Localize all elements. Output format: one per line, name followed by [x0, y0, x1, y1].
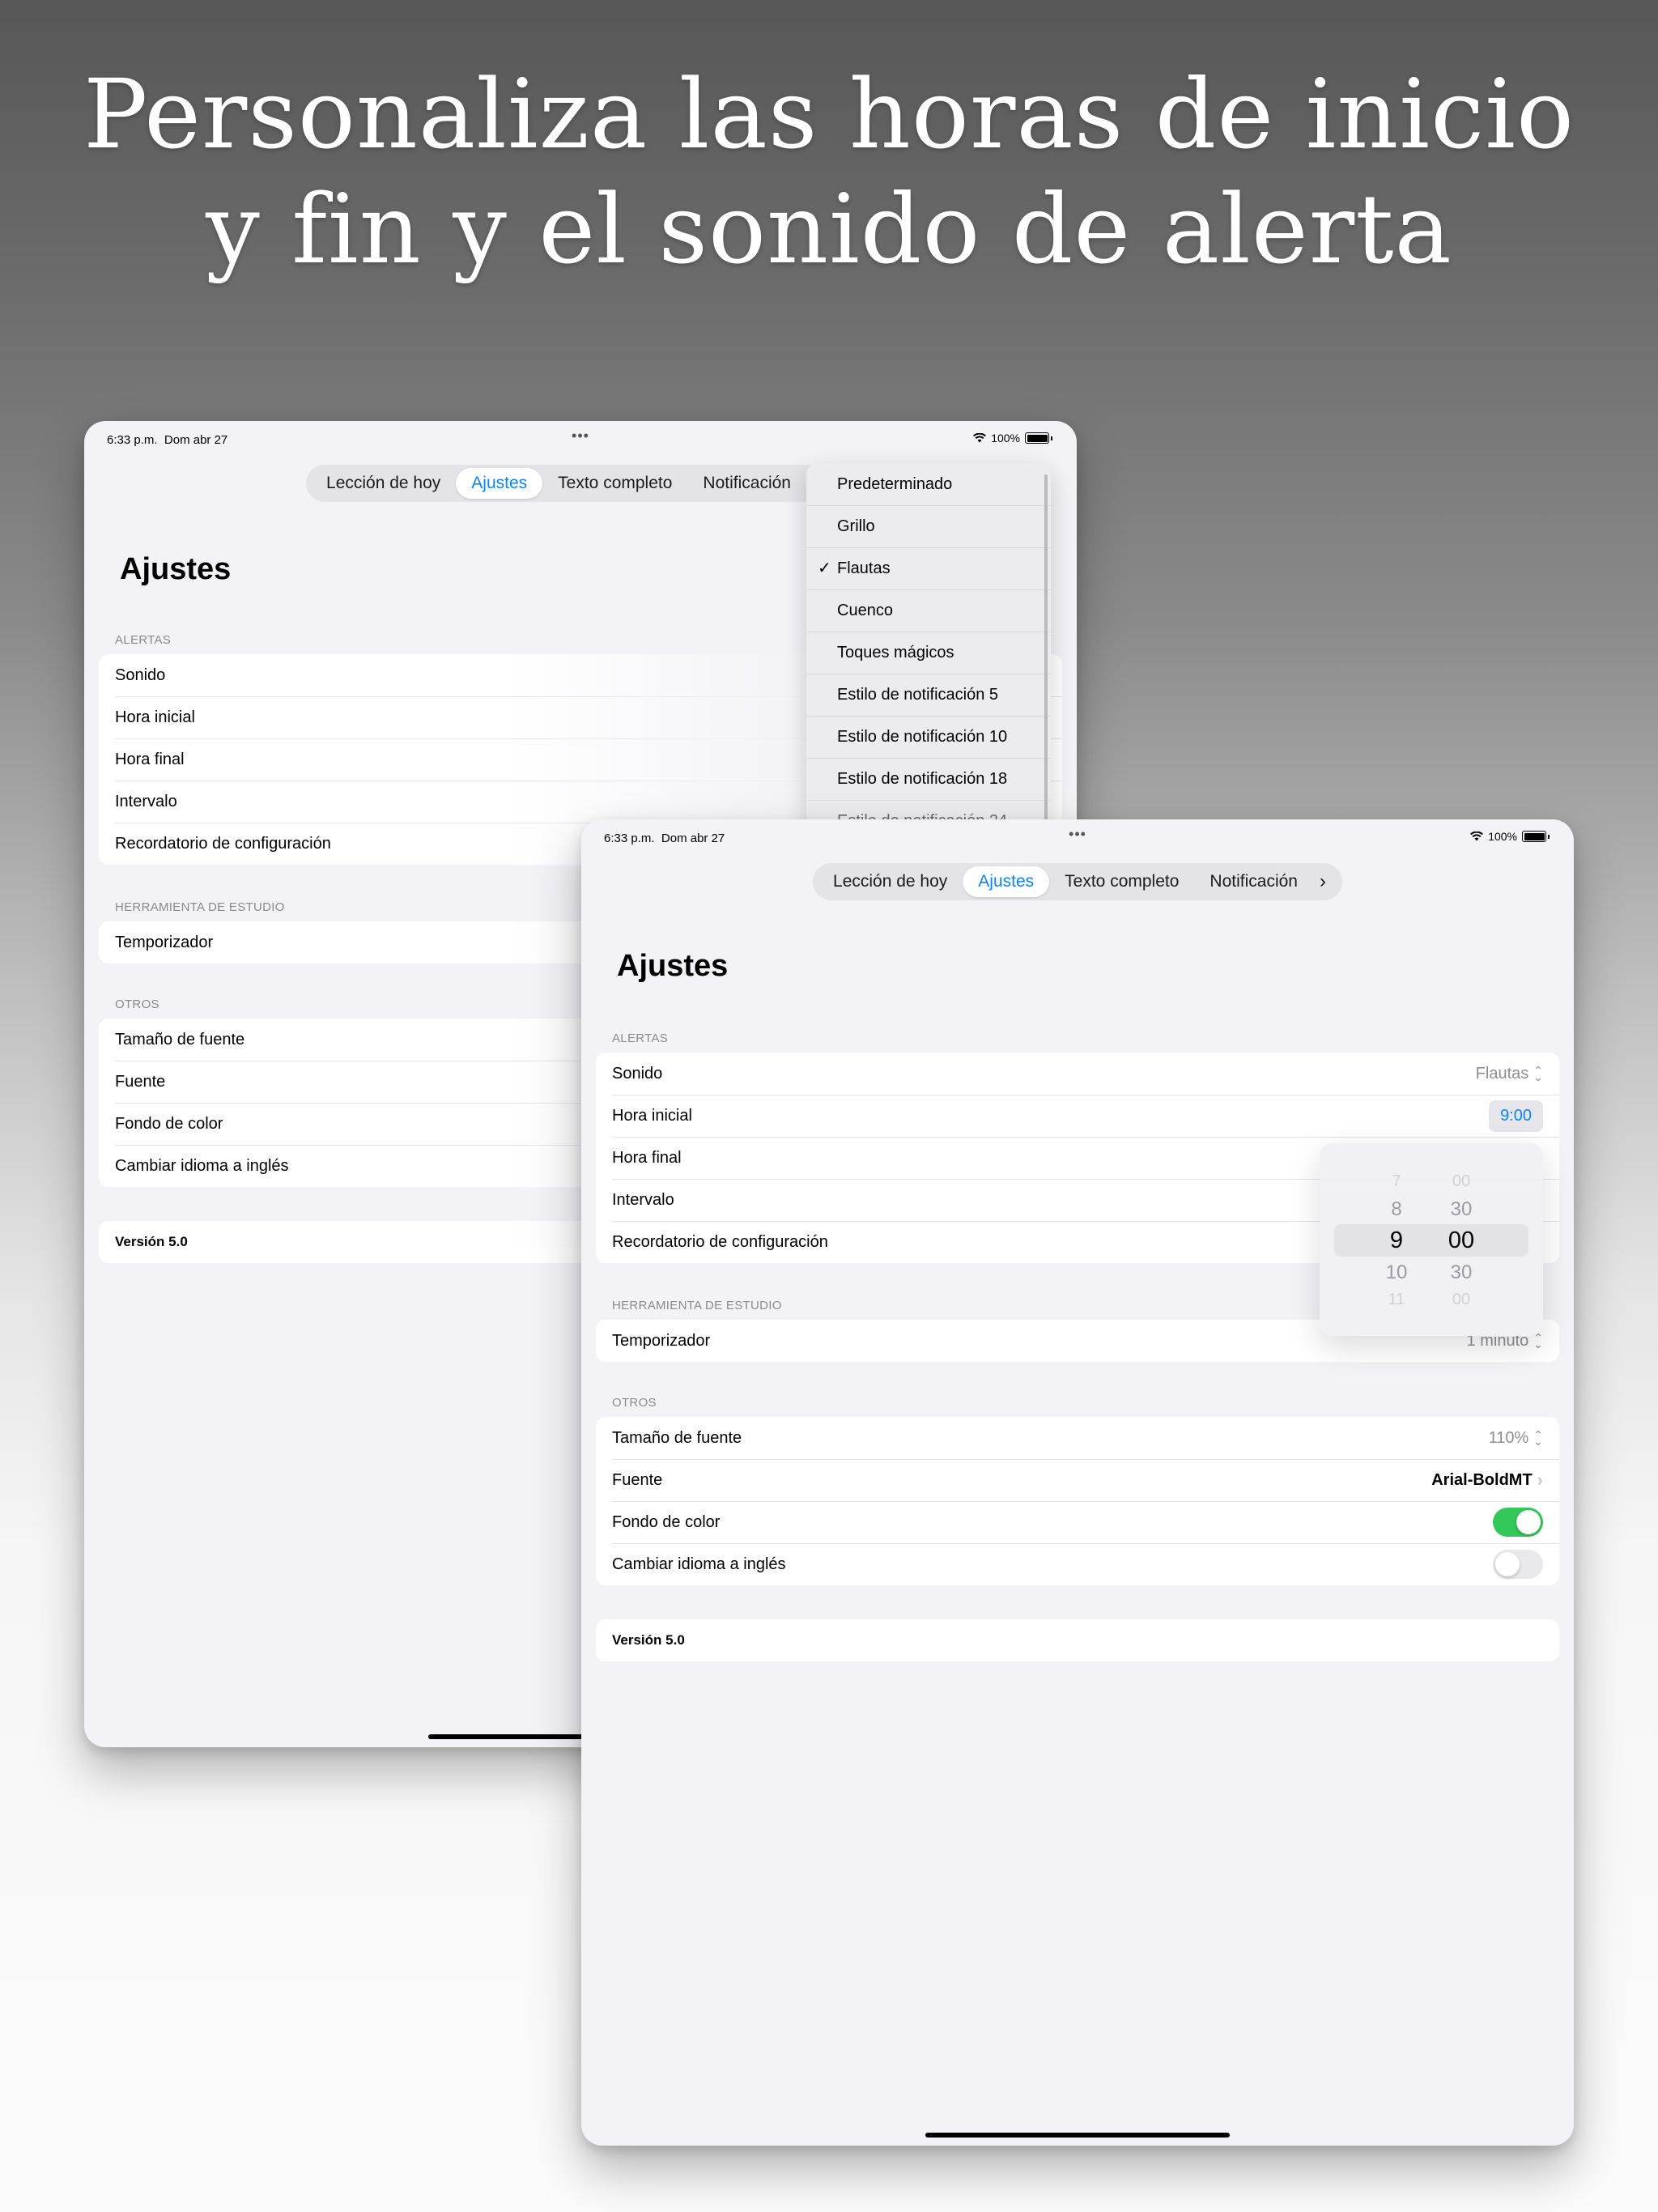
menu-item-estilo-18[interactable]: Estilo de notificación 18 — [806, 758, 1051, 800]
row-label: Cambiar idioma a inglés — [612, 1555, 786, 1573]
minute-option[interactable]: 00 — [1425, 1172, 1498, 1191]
cambiar-idioma-toggle[interactable] — [1493, 1550, 1543, 1579]
home-indicator[interactable] — [925, 2133, 1230, 2138]
minute-option[interactable]: 30 — [1425, 1198, 1498, 1221]
row-label: Temporizador — [115, 933, 214, 951]
minute-option[interactable]: 00 — [1425, 1291, 1498, 1309]
tab-ajustes[interactable]: Ajustes — [456, 468, 543, 499]
row-label: Hora inicial — [115, 708, 195, 726]
battery-icon — [1522, 831, 1546, 842]
hora-inicial-value[interactable]: 9:00 — [1489, 1100, 1543, 1132]
row-label: Sonido — [115, 666, 166, 684]
tab-notificacion[interactable]: Notificación — [1194, 866, 1313, 897]
time-picker[interactable]: 7 8 9 10 11 00 30 00 30 00 — [1320, 1143, 1543, 1336]
row-label: Tamaño de fuente — [612, 1428, 742, 1447]
chevron-right-icon[interactable]: › — [1313, 870, 1337, 893]
headline: Personaliza las horas de inicio y fin y … — [0, 57, 1658, 287]
row-label: Tamaño de fuente — [115, 1030, 245, 1049]
row-label: Fuente — [115, 1072, 166, 1091]
menu-item-cuenco[interactable]: Cuenco — [806, 589, 1051, 632]
sonido-value[interactable]: Flautas ⌃ ⌃ — [1476, 1064, 1543, 1084]
battery-icon — [1025, 432, 1049, 444]
row-label: Hora inicial — [612, 1106, 692, 1125]
tab-ajustes[interactable]: Ajustes — [963, 866, 1050, 897]
row-sonido[interactable]: Sonido Flautas ⌃ ⌃ — [596, 1053, 1559, 1095]
status-time: 6:33 p.m. — [604, 832, 655, 845]
menu-scrollbar[interactable] — [1044, 474, 1048, 823]
hour-option[interactable]: 11 — [1360, 1291, 1433, 1309]
hour-option[interactable]: 8 — [1360, 1198, 1433, 1221]
page-title: Ajustes — [120, 552, 232, 586]
multitasking-dots-icon[interactable]: ••• — [1069, 826, 1086, 843]
ipad-screen-front: 6:33 p.m. Dom abr 27 ••• 100% Lección de… — [581, 819, 1574, 2146]
row-label: Recordatorio de configuración — [115, 834, 331, 853]
battery-percent: 100% — [991, 432, 1020, 445]
status-date: Dom abr 27 — [164, 433, 228, 447]
row-label: Cambiar idioma a inglés — [115, 1156, 289, 1175]
tab-texto-completo[interactable]: Texto completo — [542, 468, 687, 499]
tab-leccion-de-hoy[interactable]: Lección de hoy — [311, 468, 456, 499]
section-header-alertas: ALERTAS — [115, 633, 172, 647]
row-label: Fuente — [612, 1470, 663, 1489]
menu-item-estilo-5[interactable]: Estilo de notificación 5 — [806, 674, 1051, 716]
row-label: Temporizador — [612, 1331, 711, 1350]
section-header-herramienta: HERRAMIENTA DE ESTUDIO — [115, 900, 285, 914]
row-label: Hora final — [612, 1148, 682, 1167]
tab-texto-completo[interactable]: Texto completo — [1049, 866, 1194, 897]
menu-item-grillo[interactable]: Grillo — [806, 505, 1051, 547]
page-title: Ajustes — [617, 949, 729, 983]
row-fuente[interactable]: Fuente Arial-BoldMT › — [596, 1459, 1559, 1501]
checkmark-icon: ✓ — [818, 559, 831, 577]
chevron-up-down-icon: ⌃ ⌃ — [1533, 1428, 1543, 1448]
battery-percent: 100% — [1488, 830, 1517, 843]
chevron-up-down-icon: ⌃ ⌃ — [1533, 1331, 1543, 1351]
row-fondo-color[interactable]: Fondo de color — [596, 1501, 1559, 1543]
section-header-alertas: ALERTAS — [612, 1032, 669, 1045]
tamano-fuente-value[interactable]: 110% ⌃ ⌃ — [1489, 1429, 1543, 1448]
row-label: Fondo de color — [115, 1114, 223, 1133]
tab-leccion-de-hoy[interactable]: Lección de hoy — [818, 866, 963, 897]
menu-item-toques-magicos[interactable]: Toques mágicos — [806, 632, 1051, 674]
row-label: Intervalo — [612, 1190, 674, 1209]
row-label: Intervalo — [115, 792, 177, 810]
tab-bar: Lección de hoy Ajustes Texto completo No… — [813, 863, 1342, 900]
hour-selected[interactable]: 9 — [1360, 1227, 1433, 1254]
status-time: 6:33 p.m. — [107, 433, 158, 447]
hour-option[interactable]: 10 — [1360, 1261, 1433, 1284]
chevron-up-down-icon: ⌃ ⌃ — [1533, 1064, 1543, 1083]
row-hora-inicial[interactable]: Hora inicial 9:00 — [596, 1095, 1559, 1137]
wifi-icon — [973, 433, 987, 443]
row-label: Sonido — [612, 1064, 663, 1083]
headline-line-2: y fin y el sonido de alerta — [206, 173, 1452, 285]
status-bar: 6:33 p.m. Dom abr 27 ••• 100% — [581, 819, 1574, 852]
fondo-color-toggle[interactable] — [1493, 1508, 1543, 1537]
fuente-value: Arial-BoldMT — [1431, 1470, 1533, 1489]
version-label: Versión 5.0 — [612, 1632, 685, 1648]
menu-item-predeterminado[interactable]: Predeterminado — [806, 463, 1051, 505]
row-cambiar-idioma[interactable]: Cambiar idioma a inglés — [596, 1543, 1559, 1585]
sound-dropdown-menu: Predeterminado Grillo ✓ Flautas Cuenco To… — [806, 463, 1051, 827]
otros-group: Tamaño de fuente 110% ⌃ ⌃ Fuente Arial-Bol… — [596, 1417, 1559, 1585]
status-bar: 6:33 p.m. Dom abr 27 ••• 100% — [84, 421, 1077, 453]
minute-selected[interactable]: 00 — [1425, 1227, 1498, 1254]
hour-option[interactable]: 7 — [1360, 1172, 1433, 1191]
minute-option[interactable]: 30 — [1425, 1261, 1498, 1284]
menu-item-flautas[interactable]: ✓ Flautas — [806, 547, 1051, 589]
version-group: Versión 5.0 — [596, 1619, 1559, 1661]
row-label: Recordatorio de configuración — [612, 1232, 828, 1251]
section-header-otros: OTROS — [612, 1396, 657, 1410]
tab-bar: Lección de hoy Ajustes Texto completo No… — [306, 465, 835, 502]
row-label: Hora final — [115, 750, 185, 768]
multitasking-dots-icon[interactable]: ••• — [572, 428, 589, 445]
menu-item-estilo-10[interactable]: Estilo de notificación 10 — [806, 716, 1051, 758]
section-header-herramienta: HERRAMIENTA DE ESTUDIO — [612, 1299, 782, 1312]
section-header-otros: OTROS — [115, 998, 159, 1011]
chevron-right-icon: › — [1537, 1470, 1543, 1490]
wifi-icon — [1470, 832, 1484, 841]
tab-notificacion[interactable]: Notificación — [687, 468, 806, 499]
headline-line-1: Personaliza las horas de inicio — [83, 58, 1575, 170]
status-date: Dom abr 27 — [661, 832, 725, 845]
row-label: Fondo de color — [612, 1512, 721, 1531]
row-tamano-fuente[interactable]: Tamaño de fuente 110% ⌃ ⌃ — [596, 1417, 1559, 1459]
